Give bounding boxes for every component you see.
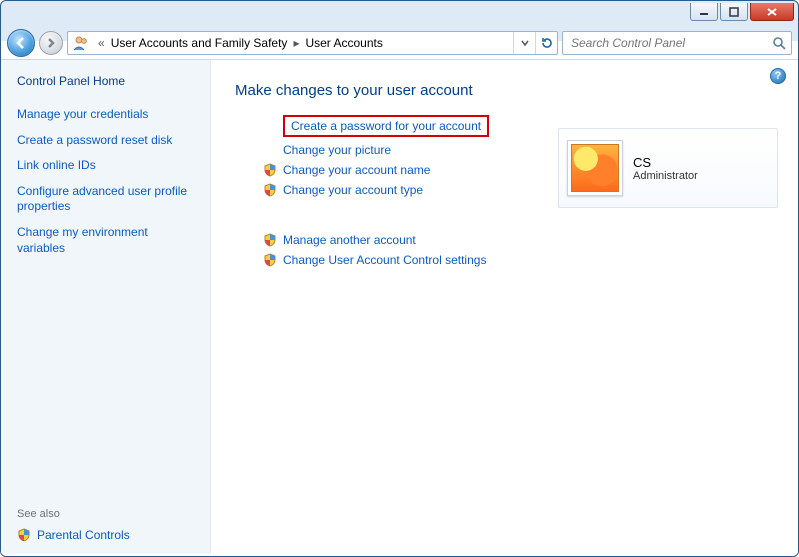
account-tile[interactable]: CS Administrator	[558, 128, 778, 208]
sidebar-link-env-vars[interactable]: Change my environment variables	[17, 225, 198, 256]
search-box[interactable]	[562, 31, 792, 55]
avatar-frame	[567, 140, 623, 196]
address-dropdown-button[interactable]	[513, 32, 535, 54]
body: Control Panel Home Manage your credentia…	[1, 59, 798, 554]
see-also-link-parental-controls[interactable]: Parental Controls	[37, 528, 130, 542]
shield-icon	[263, 253, 277, 267]
action-link[interactable]: Create a password for your account	[283, 115, 489, 137]
breadcrumb-current[interactable]: User Accounts	[303, 36, 384, 50]
see-also-item[interactable]: Parental Controls	[17, 528, 198, 542]
navigation-row: « User Accounts and Family Safety ▸ User…	[1, 27, 798, 59]
titlebar	[1, 1, 798, 29]
sidebar-link-credentials[interactable]: Manage your credentials	[17, 107, 198, 123]
close-button[interactable]	[750, 3, 794, 21]
main-content: ? Make changes to your user account Crea…	[211, 60, 798, 554]
shield-icon	[263, 233, 277, 247]
control-panel-window: « User Accounts and Family Safety ▸ User…	[0, 0, 799, 557]
shield-icon	[17, 528, 31, 542]
search-icon[interactable]	[771, 35, 787, 51]
action-link[interactable]: Manage another account	[283, 233, 416, 247]
action-link[interactable]: Change your account type	[283, 183, 423, 197]
search-input[interactable]	[569, 35, 771, 51]
account-role: Administrator	[633, 170, 698, 182]
see-also-label: See also	[17, 500, 198, 520]
sidebar-link-password-disk[interactable]: Create a password reset disk	[17, 133, 198, 149]
user-accounts-icon	[72, 34, 90, 52]
maximize-button[interactable]	[720, 3, 748, 21]
user-avatar-image	[571, 144, 619, 192]
refresh-button[interactable]	[535, 32, 557, 54]
action-link[interactable]: Change User Account Control settings	[283, 253, 486, 267]
page-heading: Make changes to your user account	[235, 82, 778, 99]
help-icon[interactable]: ?	[770, 68, 786, 84]
sidebar-link-online-ids[interactable]: Link online IDs	[17, 158, 198, 174]
breadcrumb-parent[interactable]: User Accounts and Family Safety	[109, 36, 290, 50]
address-bar-tail	[513, 32, 557, 54]
shield-icon	[263, 183, 277, 197]
sidebar-link-advanced-profile[interactable]: Configure advanced user profile properti…	[17, 184, 198, 215]
control-panel-home-link[interactable]: Control Panel Home	[17, 74, 198, 88]
minimize-button[interactable]	[690, 3, 718, 21]
action-change-uac[interactable]: Change User Account Control settings	[263, 253, 778, 267]
account-name: CS	[633, 155, 698, 170]
nav-forward-button[interactable]	[39, 31, 63, 55]
nav-back-button[interactable]	[7, 29, 35, 57]
shield-icon	[263, 163, 277, 177]
breadcrumb-chevron-icon: ▸	[289, 36, 303, 50]
action-link[interactable]: Change your account name	[283, 163, 430, 177]
address-bar[interactable]: « User Accounts and Family Safety ▸ User…	[67, 31, 558, 55]
action-manage-another[interactable]: Manage another account	[263, 233, 778, 247]
account-text: CS Administrator	[633, 155, 698, 182]
sidebar: Control Panel Home Manage your credentia…	[1, 60, 211, 554]
action-link[interactable]: Change your picture	[283, 143, 391, 157]
breadcrumb-root-chevron-icon[interactable]: «	[94, 36, 109, 50]
